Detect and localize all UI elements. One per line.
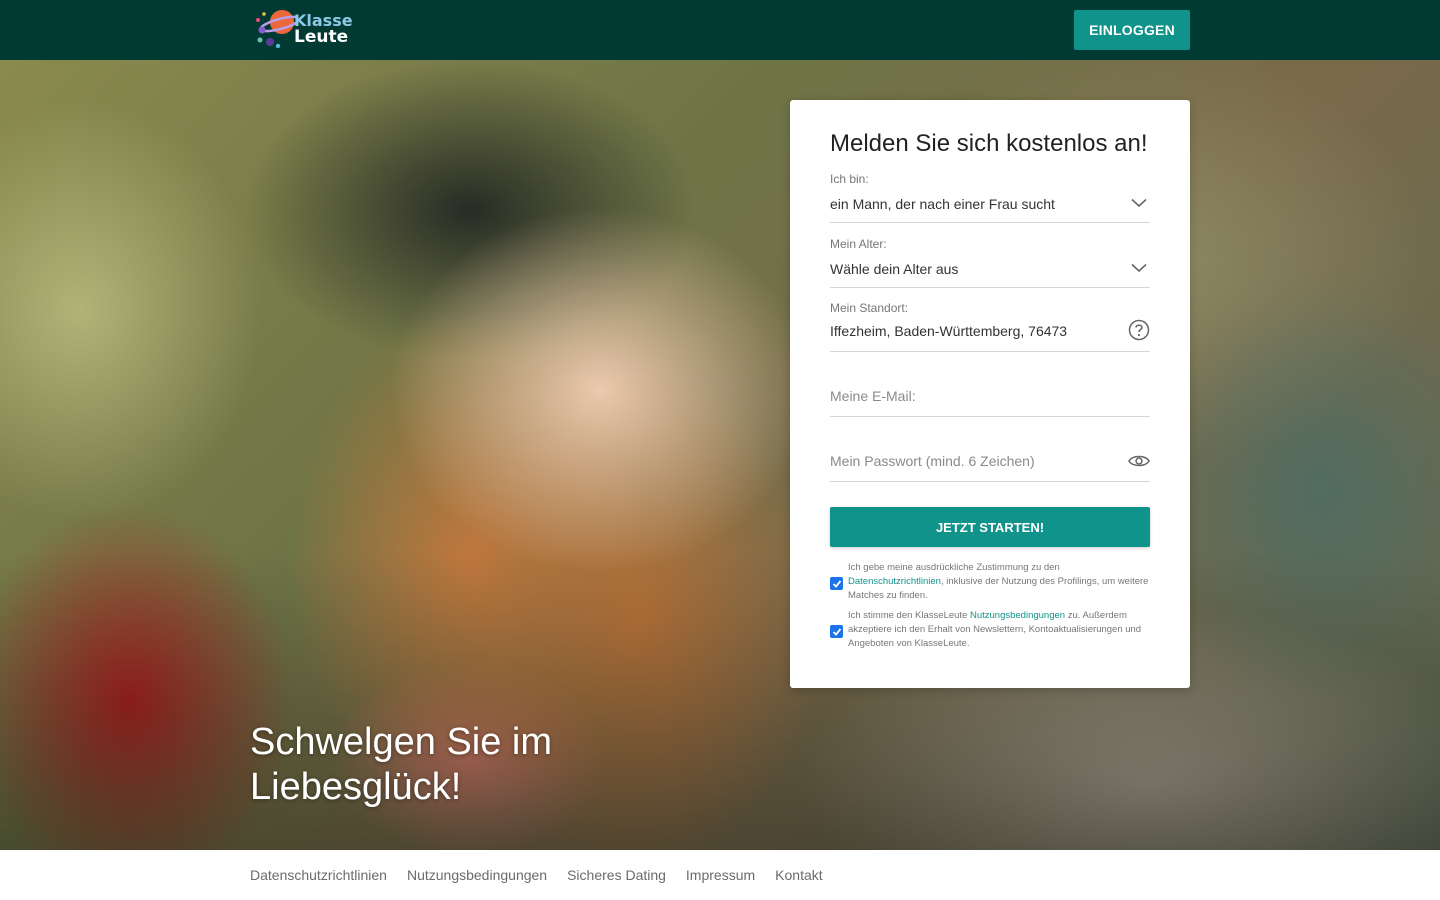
top-navbar: Klasse Leute EINLOGGEN bbox=[0, 0, 1440, 60]
klasseleute-logo[interactable]: Klasse Leute bbox=[252, 8, 353, 52]
age-select[interactable]: Mein Alter: Wähle dein Alter aus bbox=[830, 237, 1150, 288]
password-field[interactable]: Mein Passwort (mind. 6 Zeichen) bbox=[830, 440, 1150, 482]
footer-link-terms[interactable]: Nutzungsbedingungen bbox=[407, 867, 547, 883]
hero-shade bbox=[0, 550, 1440, 850]
email-field[interactable]: Meine E-Mail: bbox=[830, 376, 1150, 417]
location-value: Iffezheim, Baden-Württemberg, 76473 bbox=[830, 323, 1068, 339]
privacy-consent-checkbox[interactable] bbox=[830, 577, 843, 590]
privacy-consent: Ich gebe meine ausdrückliche Zustimmung … bbox=[830, 561, 1150, 605]
password-placeholder: Mein Passwort (mind. 6 Zeichen) bbox=[830, 453, 1035, 469]
planet-logo-icon bbox=[256, 10, 296, 49]
terms-consent-text-before: Ich stimme den KlasseLeute bbox=[848, 610, 970, 621]
checkmark-icon bbox=[832, 579, 841, 588]
seeking-label: Ich bin: bbox=[830, 172, 869, 186]
privacy-consent-text-before: Ich gebe meine ausdrückliche Zustimmung … bbox=[848, 562, 1060, 573]
logo-line-2: Leute bbox=[294, 27, 349, 47]
login-button[interactable]: EINLOGGEN bbox=[1074, 10, 1190, 50]
form-title: Melden Sie sich kostenlos an! bbox=[830, 130, 1148, 157]
seeking-select[interactable]: Ich bin: ein Mann, der nach einer Frau s… bbox=[830, 172, 1150, 223]
hero-headline: Schwelgen Sie im Liebesglück! bbox=[250, 721, 553, 808]
age-label: Mein Alter: bbox=[830, 237, 887, 251]
hero-banner: Schwelgen Sie im Liebesglück! bbox=[0, 60, 1440, 850]
age-value: Wähle dein Alter aus bbox=[830, 261, 959, 277]
chevron-down-icon[interactable] bbox=[1128, 257, 1150, 279]
help-icon[interactable] bbox=[1128, 319, 1150, 341]
email-placeholder: Meine E-Mail: bbox=[830, 388, 916, 404]
footer: Datenschutzrichtlinien Nutzungsbedingung… bbox=[0, 850, 1440, 900]
seeking-value: ein Mann, der nach einer Frau sucht bbox=[830, 196, 1055, 212]
start-now-button[interactable]: JETZT STARTEN! bbox=[830, 507, 1150, 547]
footer-link-safe-dating[interactable]: Sicheres Dating bbox=[567, 867, 666, 883]
location-field[interactable]: Mein Standort: Iffezheim, Baden-Württemb… bbox=[830, 301, 1150, 352]
terms-of-use-link[interactable]: Nutzungsbedingungen bbox=[970, 610, 1065, 621]
registration-form-card: Melden Sie sich kostenlos an! Ich bin: e… bbox=[790, 100, 1190, 688]
terms-consent-checkbox[interactable] bbox=[830, 625, 843, 638]
footer-links: Datenschutzrichtlinien Nutzungsbedingung… bbox=[250, 867, 823, 883]
footer-link-privacy[interactable]: Datenschutzrichtlinien bbox=[250, 867, 387, 883]
footer-link-contact[interactable]: Kontakt bbox=[775, 867, 822, 883]
footer-link-imprint[interactable]: Impressum bbox=[686, 867, 755, 883]
privacy-policy-link[interactable]: Datenschutzrichtlinien bbox=[848, 576, 941, 587]
terms-consent: Ich stimme den KlasseLeute Nutzungsbedin… bbox=[830, 609, 1150, 653]
chevron-down-icon[interactable] bbox=[1128, 192, 1150, 214]
eye-icon[interactable] bbox=[1128, 450, 1150, 472]
location-label: Mein Standort: bbox=[830, 301, 909, 315]
checkmark-icon bbox=[832, 627, 841, 636]
